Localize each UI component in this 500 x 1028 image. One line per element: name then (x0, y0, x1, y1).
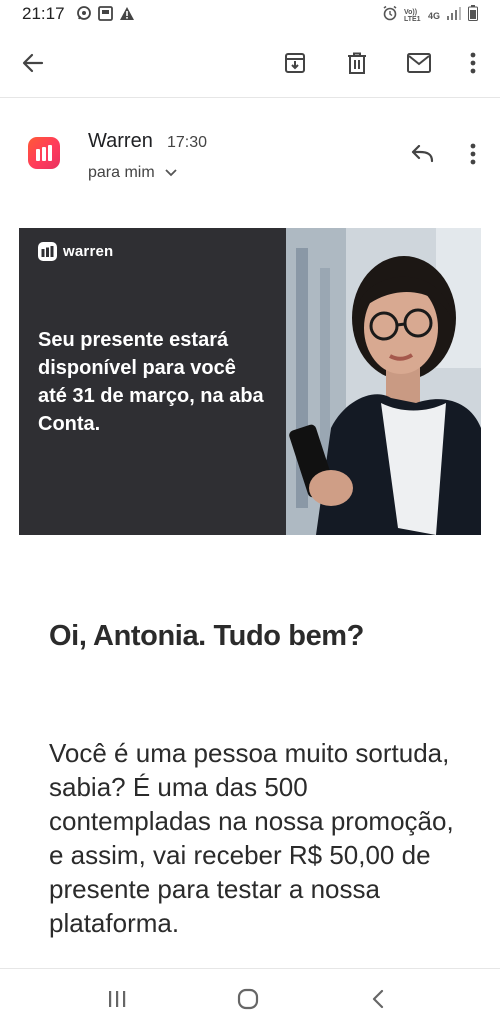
whatsapp-icon (76, 5, 92, 26)
back-arrow-icon[interactable] (13, 43, 53, 83)
signal-icon (446, 6, 462, 25)
status-time: 21:17 (22, 4, 65, 23)
mail-icon[interactable] (399, 43, 439, 83)
home-icon[interactable] (228, 979, 268, 1019)
chevron-down-icon (165, 164, 177, 182)
status-left-icons (76, 5, 135, 26)
reply-icon[interactable] (402, 134, 442, 174)
alarm-icon (382, 5, 398, 26)
recipient-label: para mim (88, 164, 155, 181)
woman-with-phone-photo (286, 228, 481, 535)
warning-icon (119, 6, 135, 26)
warren-logo-icon (38, 242, 57, 261)
more-vert-icon[interactable] (453, 43, 493, 83)
sender-avatar[interactable] (28, 137, 60, 169)
banner-headline: Seu presente estará disponível para você… (38, 329, 264, 435)
app-bar (0, 34, 500, 96)
status-bar: 21:17 Vo)) LTE1 4G (0, 0, 500, 30)
archive-icon[interactable] (275, 43, 315, 83)
back-icon[interactable] (358, 979, 398, 1019)
recipient-toggle[interactable]: para mim (88, 164, 177, 182)
status-right-icons: Vo)) LTE1 4G (382, 5, 478, 26)
email-body-paragraph: Você é uma pessoa muito sortuda, sabia? … (49, 738, 454, 938)
sender-name: Warren (88, 130, 153, 152)
recents-icon[interactable] (97, 979, 137, 1019)
app-bar-divider (0, 97, 500, 98)
warren-logo-text: warren (63, 243, 114, 260)
greeting: Oi, Antonia. Tudo bem? (49, 620, 365, 652)
more-vert-icon[interactable] (453, 134, 493, 174)
email-time: 17:30 (167, 134, 208, 151)
screenshot-icon (98, 5, 113, 26)
nav-divider (0, 968, 500, 969)
system-nav-bar (0, 970, 500, 1028)
volte-icon: Vo)) LTE1 (403, 8, 421, 23)
battery-icon (468, 5, 478, 26)
delete-icon[interactable] (337, 43, 377, 83)
warren-logo: warren (38, 242, 113, 261)
promo-banner: warren Seu presente estará disponível pa… (19, 228, 481, 535)
4g-icon: 4G (427, 10, 440, 21)
